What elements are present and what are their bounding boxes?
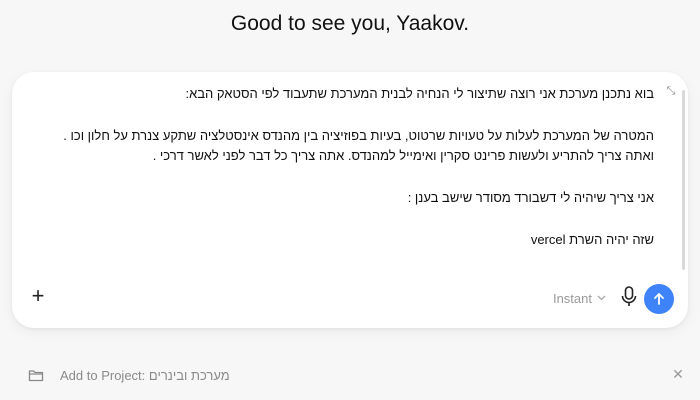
- greeting-title: Good to see you, Yaakov.: [230, 12, 470, 35]
- arrow-up-icon: [654, 293, 664, 305]
- composer-line: ואתה צריך להתריע ולעשות פרינט סקרין ואימ…: [152, 148, 654, 163]
- composer-text[interactable]: בוא נתכנן מערכת אני רוצה שתיצור לי הנחיה…: [28, 84, 654, 250]
- chevron-down-icon: [597, 293, 606, 304]
- project-name: מערכת ובינרים: [148, 368, 230, 383]
- message-composer[interactable]: ⤡ בוא נתכנן מערכת אני רוצה שתיצור לי הנח…: [12, 72, 688, 328]
- folder-icon: [28, 370, 44, 382]
- expand-icon[interactable]: ⤡: [664, 84, 678, 98]
- composer-line: בוא נתכנן מערכת אני רוצה שתיצור לי הנחיה…: [185, 86, 655, 101]
- composer-scrollbar[interactable]: [682, 90, 685, 270]
- microphone-icon: [621, 286, 637, 306]
- mode-label: Instant: [552, 291, 592, 306]
- composer-line: אני צריך שיהיה לי דשבורד מסודר שישב בענן…: [407, 190, 654, 205]
- mode-selector[interactable]: Instant: [553, 291, 606, 306]
- add-to-project-label: Add to Project:: [60, 368, 146, 383]
- add-attachment-button[interactable]: +: [26, 284, 50, 308]
- project-label-group: Add to Project: מערכת ובינרים: [60, 368, 230, 383]
- microphone-button[interactable]: [618, 284, 640, 310]
- send-button[interactable]: [644, 284, 674, 314]
- add-to-project-bar[interactable]: Add to Project: מערכת ובינרים ✕: [0, 360, 700, 390]
- close-icon[interactable]: ✕: [670, 366, 686, 382]
- composer-line: שזה יהיה השרת vercel: [530, 232, 654, 247]
- composer-line: המטרה של המערכת לעלות על טעויות שרטוט, ב…: [63, 128, 654, 143]
